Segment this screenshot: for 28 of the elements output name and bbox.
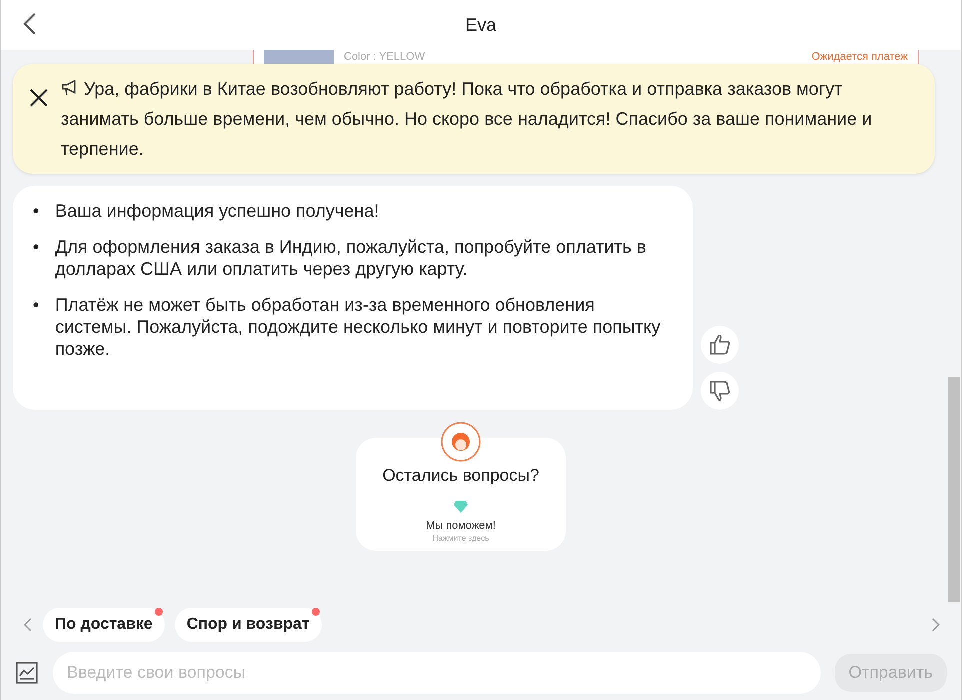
thumbs-down-icon [708,379,732,403]
diamond-icon [453,500,469,514]
help-card[interactable]: Остались вопросы? Мы поможем! Нажмите здесь [356,438,566,551]
bullet-mark: • [33,236,40,259]
question-input-field[interactable]: Введите свои вопросы [53,652,821,694]
notice-text: Ура, фабрики в Китае возобновляют работу! Пока что обработка и отправка заказов могут занимать больше времени, чем обычно. Но скоро все наладится! Спасибо за ваше понимание и терпение. [61,78,874,161]
bullet-mark: • [33,294,40,317]
close-icon [29,88,49,108]
product-photo-placeholder [264,50,334,64]
help-subtitle: Мы поможем! [426,520,496,532]
back-chevron-icon [23,12,37,36]
bullet-mark: • [33,200,40,222]
thumbs-up-button[interactable] [701,326,739,364]
thumbs-down-button[interactable] [701,372,739,410]
topic-chip[interactable]: По доставке [43,608,165,642]
image-chart-icon[interactable] [15,661,39,685]
message-item: Ваша информация успешно получена! [55,200,380,222]
thumbs-up-icon [708,333,732,357]
message-item: Платёж не может быть обработан из-за временного обновления системы. Пожалуйста, подождите несколько минут и повторите попытку позже. [55,294,662,360]
scroll-right-icon[interactable] [931,617,941,633]
message-item: Для оформления заказа в Индию, пожалуйста, попробуйте оплатить в долларах США или оплатить через другую карту. [55,236,648,280]
product-color-text: Color : YELLOW [344,51,426,63]
help-title: Остались вопросы? [382,466,540,486]
help-hint: Нажмите здесь [432,534,490,543]
order-status-text: Ожидается платеж [812,51,908,63]
scroll-left-icon[interactable] [23,617,33,633]
topic-chip[interactable]: Спор и возврат [174,608,322,642]
chat-title: Eva [465,14,497,36]
